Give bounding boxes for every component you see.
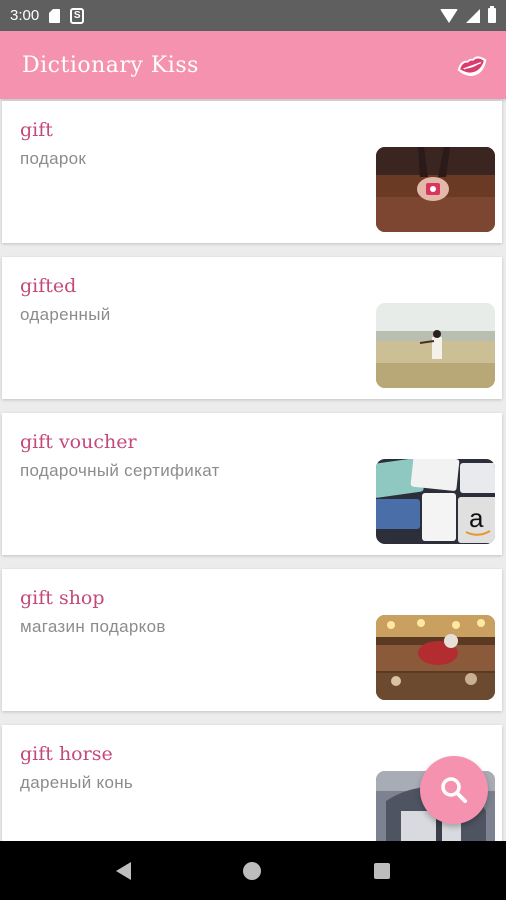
navigation-bar xyxy=(0,841,506,900)
wifi-icon xyxy=(440,8,458,23)
entry-card[interactable]: gift подарок xyxy=(2,101,502,243)
entry-word: gift voucher xyxy=(20,431,137,453)
lips-icon[interactable] xyxy=(454,48,490,82)
search-icon xyxy=(441,777,467,803)
entry-translation: подарок xyxy=(20,149,87,168)
entry-word: gift xyxy=(20,119,53,141)
app-notification-icon: S xyxy=(70,7,85,24)
entry-image xyxy=(376,147,495,232)
entry-card[interactable]: gift shop магазин подарков xyxy=(2,569,502,711)
recent-apps-icon[interactable] xyxy=(373,862,390,879)
entry-word: gifted xyxy=(20,275,77,297)
entry-translation: дареный конь xyxy=(20,773,134,792)
back-icon[interactable] xyxy=(116,861,132,880)
sd-card-icon xyxy=(49,8,61,23)
entry-word: gift shop xyxy=(20,587,105,609)
cell-signal-icon xyxy=(466,8,480,23)
status-time: 3:00 xyxy=(10,7,40,24)
entry-card[interactable]: gifted одаренный xyxy=(2,257,502,399)
app-bar: Dictionary Kiss xyxy=(0,31,506,99)
app-title: Dictionary Kiss xyxy=(22,52,199,78)
entry-image: a xyxy=(376,459,495,544)
entry-translation: одаренный xyxy=(20,305,111,324)
entry-translation: магазин подарков xyxy=(20,617,166,636)
entry-translation: подарочный сертификат xyxy=(20,461,220,480)
entry-word: gift horse xyxy=(20,743,113,765)
svg-text:a: a xyxy=(469,503,484,533)
entry-image xyxy=(376,615,495,700)
battery-icon xyxy=(488,6,496,23)
search-button[interactable] xyxy=(420,756,488,824)
entry-image xyxy=(376,303,495,388)
status-bar: 3:00 S xyxy=(0,0,506,31)
entry-card[interactable]: gift voucher подарочный сертификат a xyxy=(2,413,502,555)
home-icon[interactable] xyxy=(243,861,262,880)
